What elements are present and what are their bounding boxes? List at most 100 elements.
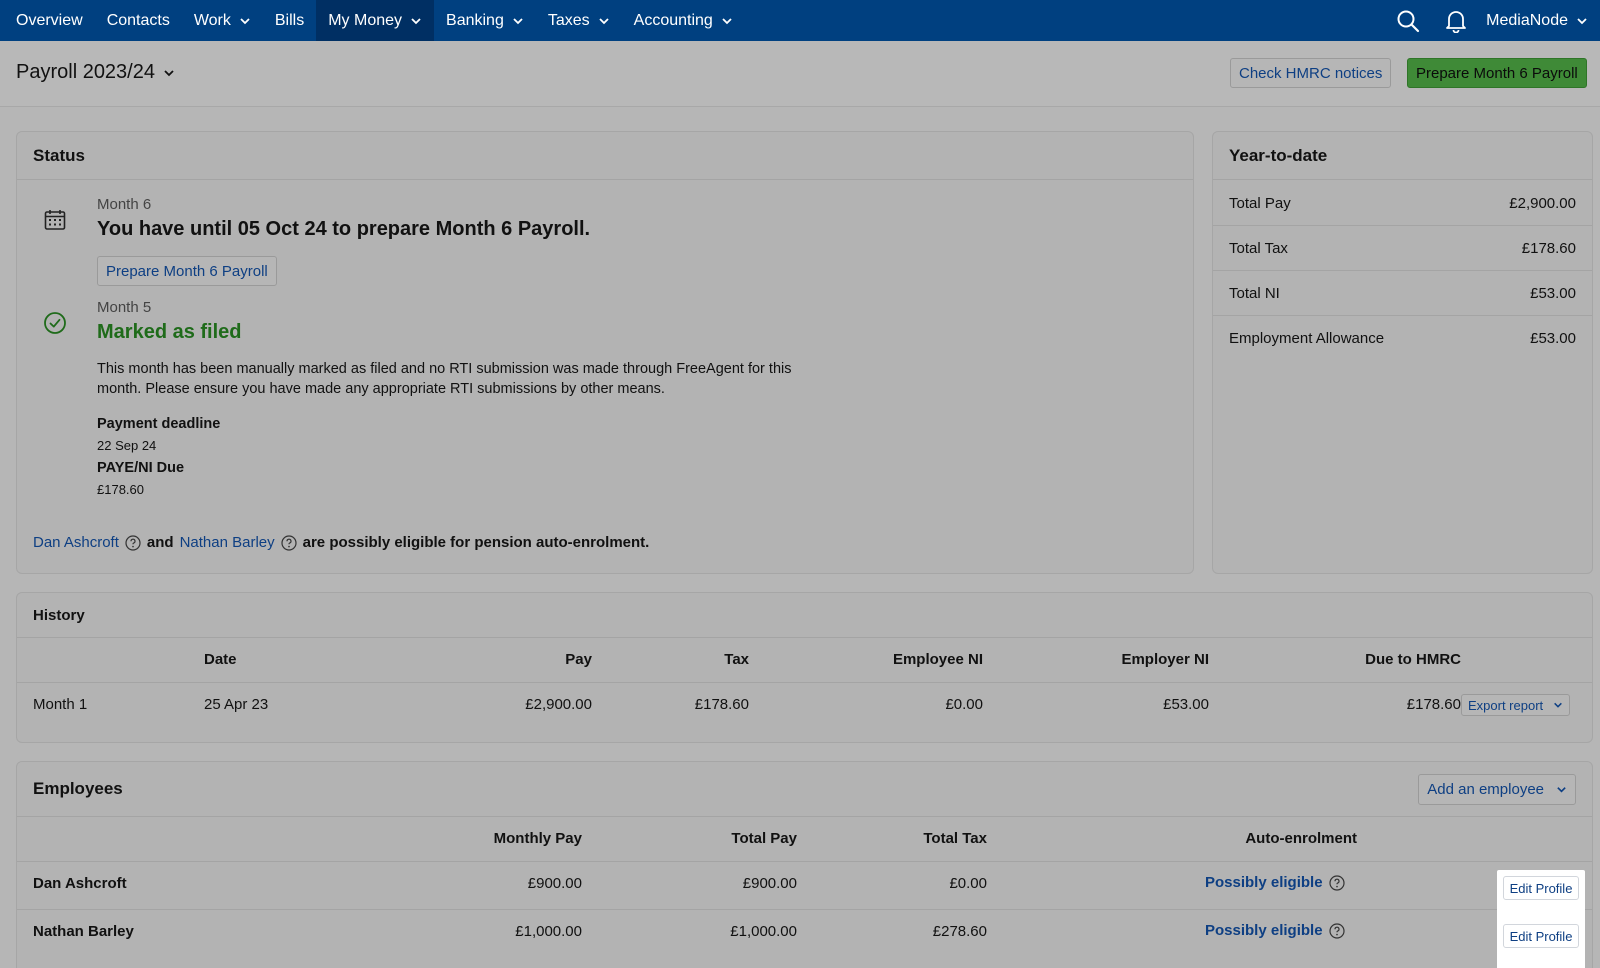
add-employee-button[interactable]: Add an employee [1418,774,1576,805]
account-name: MediaNode [1486,11,1568,29]
nav-label: Taxes [547,11,590,29]
nav-label: Bills [274,11,305,29]
payment-deadline-label: Payment deadline [97,416,221,432]
nav-label: My Money [328,11,403,29]
search-button[interactable] [1384,0,1432,41]
account-menu[interactable]: MediaNode [1480,12,1600,30]
help-icon[interactable] [125,534,141,551]
chevron-down-icon [1554,702,1563,708]
ytd-value: £2,900.00 [1509,194,1576,212]
ytd-label: Employment Allowance [1229,330,1385,347]
filed-headline: Marked as filed [97,321,242,343]
ytd-row-employment-allowance: Employment Allowance £53.00 [1213,316,1592,361]
page-title-text: Payroll 2023/24 [16,61,155,83]
help-icon[interactable] [281,534,297,551]
employee-name-link[interactable]: Dan Ashcroft [33,875,127,892]
calendar-icon [44,210,66,230]
nav-contacts[interactable]: Contacts [95,0,182,41]
page-header: Payroll 2023/24 Check HMRC notices Prepa… [0,41,1600,107]
divider [17,861,1592,862]
ytd-label: Total Tax [1229,239,1288,257]
employees-card: Employees Add an employee Monthly Pay To… [16,761,1593,968]
ytd-row-total-pay: Total Pay £2,900.00 [1213,181,1592,226]
divider [17,682,1592,683]
pension-notice: Dan Ashcroft and Nathan Barley are possi… [33,534,649,551]
ytd-card: Year-to-date Total Pay £2,900.00 Total Ta… [1212,131,1593,574]
notifications-button[interactable] [1432,0,1480,41]
nav-label: Accounting [633,11,713,29]
payment-deadline-value: 22 Sep 24 [97,438,157,453]
edit-profile-highlight: Edit Profile Edit Profile [1497,870,1585,968]
chevron-down-icon [240,17,250,24]
edit-profile-button[interactable]: Edit Profile [1503,876,1579,900]
employee-link-dan[interactable]: Dan Ashcroft [33,534,119,551]
chevron-down-icon [513,17,523,24]
history-month-link[interactable]: Month 1 [33,696,87,713]
nav-accounting[interactable]: Accounting [622,0,745,41]
page-title[interactable]: Payroll 2023/24 [16,61,175,84]
chevron-down-icon [164,69,174,76]
employee-monthly-pay: £900.00 [527,875,582,892]
export-report-button[interactable]: Export report [1461,694,1571,716]
nav-work[interactable]: Work [182,0,263,41]
employee-link-nathan[interactable]: Nathan Barley [180,534,275,551]
ytd-row-total-tax: Total Tax £178.60 [1213,226,1592,271]
prepare-payroll-button[interactable]: Prepare Month 6 Payroll [1407,58,1587,88]
check-circle-icon [44,312,66,334]
employees-title: Employees [17,762,1592,817]
help-icon[interactable] [1328,922,1345,939]
upcoming-headline: You have until 05 Oct 24 to prepare Mont… [97,218,591,240]
nav-label: Overview [16,11,83,29]
employee-name-link[interactable]: Nathan Barley [33,923,134,940]
paye-ni-value: £178.60 [97,482,144,497]
pension-and: and [146,534,174,551]
prepare-month-button[interactable]: Prepare Month 6 Payroll [97,256,277,286]
export-report-label: Export report [1468,697,1544,713]
employee-total-tax: £278.60 [932,923,987,940]
history-employer-ni: £53.00 [1163,696,1209,713]
auto-enrolment-label: Possibly eligible [1205,922,1323,939]
employee-total-pay: £900.00 [742,875,797,892]
filed-description: This month has been manually marked as f… [97,361,792,397]
history-pay: £2,900.00 [525,696,592,713]
employee-total-tax: £0.00 [949,875,987,892]
ytd-label: Total Pay [1229,194,1291,212]
nav-label: Work [193,11,231,29]
help-icon[interactable] [1328,874,1345,891]
auto-enrolment-status[interactable]: Possibly eligible [1205,874,1351,891]
history-due: £178.60 [1406,696,1461,713]
auto-enrolment-status[interactable]: Possibly eligible [1205,922,1351,939]
nav-label: Banking [446,11,504,29]
ytd-label: Total NI [1229,284,1280,302]
nav-bills[interactable]: Bills [263,0,316,41]
chevron-down-icon [599,17,609,24]
col-date: Date [204,651,237,668]
history-title: History [17,593,1592,638]
nav-right: MediaNode [1384,0,1600,41]
filed-month-label: Month 5 [97,299,152,316]
bell-icon [1446,10,1467,33]
nav-banking[interactable]: Banking [434,0,536,41]
history-employee-ni: £0.00 [945,696,983,713]
employee-total-pay: £1,000.00 [730,923,797,940]
nav-overview[interactable]: Overview [0,0,95,41]
ytd-title: Year-to-date [1213,132,1592,180]
history-tax: £178.60 [694,696,749,713]
nav-taxes[interactable]: Taxes [536,0,622,41]
history-date: 25 Apr 23 [204,696,269,713]
nav-my-money[interactable]: My Money [316,0,435,41]
ytd-value: £53.00 [1530,284,1576,302]
chevron-down-icon [1577,17,1587,24]
edit-profile-button[interactable]: Edit Profile [1503,924,1579,948]
auto-enrolment-label: Possibly eligible [1205,874,1323,891]
chevron-down-icon [722,17,732,24]
col-employee-ni: Employee NI [892,651,983,668]
col-pay: Pay [565,651,592,668]
add-employee-label: Add an employee [1427,781,1544,798]
check-hmrc-notices-button[interactable]: Check HMRC notices [1230,58,1392,88]
upcoming-month-label: Month 6 [97,196,152,213]
ytd-value: £178.60 [1521,239,1576,257]
nav-label: Contacts [106,11,170,29]
employee-monthly-pay: £1,000.00 [515,923,582,940]
status-title: Status [17,132,1193,180]
